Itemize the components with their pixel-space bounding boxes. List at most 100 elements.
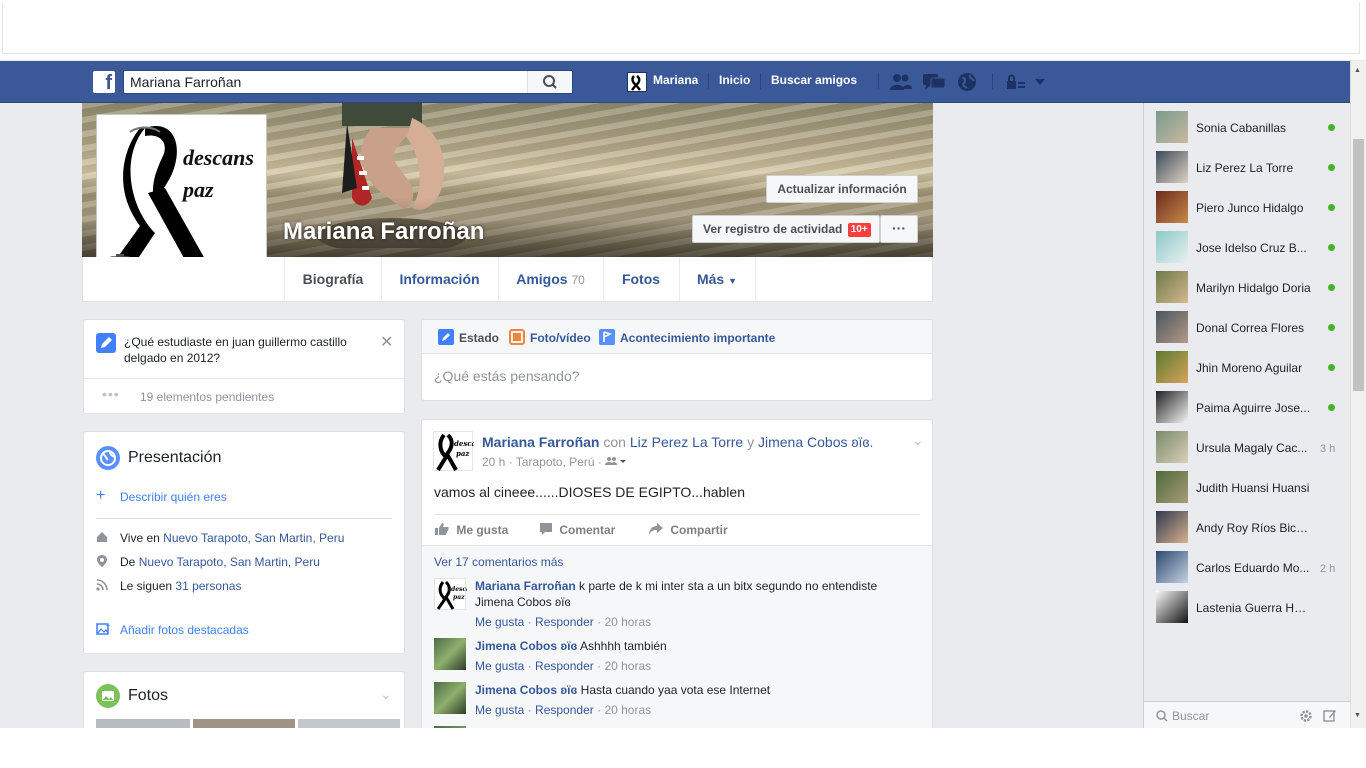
comment-author-link[interactable]: Jimena Cobos ʚïɞ [475,683,577,697]
pending-items-link[interactable]: 19 elementos pendientes [140,390,274,404]
chat-contact[interactable]: Marilyn Hidalgo Doria [1144,263,1351,303]
chat-search-input[interactable]: Buscar [1172,709,1209,723]
close-icon[interactable]: ✕ [380,332,393,352]
photos-title[interactable]: Fotos [128,687,168,705]
comment-time[interactable]: 20 horas [604,659,651,673]
comment-author-link[interactable]: Mariana Farroñan [475,579,576,593]
scroll-down-arrow-icon[interactable]: ▼ [1354,712,1361,719]
photo-video-tab[interactable]: Foto/vídeo [530,331,591,345]
more-options-button[interactable]: ··· [880,215,918,243]
svg-text:paz: paz [456,449,470,458]
photo-thumbnail[interactable] [193,719,295,728]
activity-log-button[interactable]: Ver registro de actividad 10+ [692,215,880,243]
comment-avatar[interactable] [434,638,466,670]
comment-reply-link[interactable]: Responder [535,659,594,673]
comment-like-link[interactable]: Me gusta [475,659,524,673]
from-place-link[interactable]: Nuevo Tarapoto, San Martin, Peru [139,555,320,569]
photo-thumbnail[interactable] [298,719,400,728]
chat-contact-avatar [1156,191,1188,223]
scrollbar-thumb[interactable] [1353,139,1364,391]
gear-icon[interactable] [1299,709,1313,723]
chat-contact[interactable]: Liz Perez La Torre [1144,143,1351,183]
comment-like-link[interactable]: Me gusta [475,615,524,629]
scroll-up-arrow-icon[interactable]: ▲ [1354,67,1361,74]
chat-contact[interactable]: Paima Aguirre Jose... [1144,383,1351,423]
share-button[interactable]: Compartir [648,522,728,538]
comment-avatar[interactable] [434,726,466,728]
privacy-lock-icon[interactable] [1006,74,1026,90]
comment-avatar[interactable]: descanspaz [434,578,478,610]
post-options-chevron-icon[interactable]: ⌄ [912,432,924,449]
notifications-globe-icon[interactable] [956,72,978,92]
page-scrollbar[interactable]: ▲ ▼ [1350,61,1366,728]
browser-viewport: f Mariana Inicio Buscar amigos [0,0,1366,728]
tagged-friend-link[interactable]: Jimena Cobos ʚïɞ. [758,434,873,450]
composer-input[interactable]: ¿Qué estás pensando? [434,368,580,384]
chat-contact[interactable]: Jhin Moreno Aguilar [1144,343,1351,383]
lives-in-row: Vive en Nuevo Tarapoto, San Martin, Peru [120,531,344,545]
tagged-friend-link[interactable]: Liz Perez La Torre [630,434,743,450]
facebook-logo-icon[interactable]: f [93,71,115,94]
comment-reply-link[interactable]: Responder [535,703,594,717]
post-author-link[interactable]: Mariana Farroñan [482,434,599,450]
audience-friends-icon[interactable] [605,456,627,466]
chat-contact[interactable]: Donal Correa Flores [1144,303,1351,343]
add-photo-icon: + [96,622,110,635]
chat-contact[interactable]: Carlos Eduardo Mo... 2 h [1144,543,1351,583]
tab-information[interactable]: Información [381,257,499,301]
status-tab[interactable]: Estado [459,331,499,345]
like-button[interactable]: Me gusta [434,522,508,538]
comment-button[interactable]: Comentar [539,522,615,538]
add-featured-photos-link[interactable]: Añadir fotos destacadas [120,623,249,637]
chat-contact[interactable]: Lastenia Guerra Huansi [1144,583,1351,623]
chat-contact[interactable]: Jose Idelso Cruz B... [1144,223,1351,263]
nav-profile-link[interactable]: Mariana [653,73,698,87]
new-message-icon[interactable] [1323,709,1337,723]
tab-biography[interactable]: Biografía [284,257,382,301]
post-author-avatar[interactable]: descanspaz [433,431,485,472]
update-info-button[interactable]: Actualizar información [766,175,918,203]
nav-find-friends-link[interactable]: Buscar amigos [771,73,857,87]
account-menu-chevron-icon[interactable] [1034,78,1046,86]
chat-contact-name: Marilyn Hidalgo Doria [1196,281,1311,295]
comment-reply-link[interactable]: Responder [535,615,594,629]
tab-photos[interactable]: Fotos [603,257,680,301]
comment-author-link[interactable]: Jimena Cobos ʚïɞ [475,639,577,653]
lives-in-place-link[interactable]: Nuevo Tarapoto, San Martin, Peru [163,531,344,545]
photo-thumbnail[interactable] [96,719,190,728]
chat-contact[interactable]: Andy Roy Ríos Bicerra [1144,503,1351,543]
profile-name[interactable]: Mariana Farroñan [283,218,484,246]
tab-more-label: Más [696,271,725,287]
search-input[interactable] [124,71,528,93]
nav-home-link[interactable]: Inicio [719,73,750,87]
comment-like-link[interactable]: Me gusta [475,703,524,717]
describe-yourself-link[interactable]: Describir quién eres [120,490,227,504]
chat-contact[interactable]: Judith Huansi Huansi [1144,463,1351,503]
chat-contact-name: Jhin Moreno Aguilar [1196,361,1303,375]
comment-time[interactable]: 20 horas [604,703,651,717]
comment-mention-link[interactable]: Jimena Cobos ʚïɞ [475,595,571,609]
svg-text:+: + [105,622,110,630]
chat-contact[interactable]: Ursula Magaly Cac... 3 h [1144,423,1351,463]
life-event-tab[interactable]: Acontecimiento importante [620,331,775,345]
chevron-down-icon[interactable]: ⌄ [380,686,392,703]
search-button[interactable] [527,71,572,93]
view-more-comments-link[interactable]: Ver 17 comentarios más [434,555,563,569]
messages-icon[interactable] [922,72,946,92]
chat-contact[interactable]: Piero Junco Hidalgo [1144,183,1351,223]
user-avatar[interactable] [627,72,647,92]
comment-time[interactable]: 20 horas [604,615,651,629]
chat-contact-name: Jose Idelso Cruz B... [1196,241,1307,255]
nav-divider [760,73,761,89]
tab-more[interactable]: Más ▼ [679,257,756,301]
followers-count-link[interactable]: 31 personas [175,579,241,593]
profile-picture-caption-bottom: paz [183,177,214,202]
post-meta: 20 h · Tarapoto, Perú · [482,455,627,469]
tab-friends[interactable]: Amigos 70 [498,257,604,301]
profile-question-text[interactable]: ¿Qué estudiaste en juan guillermo castil… [124,334,374,366]
chat-contact[interactable]: Sonia Cabanillas [1144,103,1351,143]
post-time-location[interactable]: 20 h · Tarapoto, Perú · [482,455,602,469]
comment-avatar[interactable] [434,682,466,714]
from-row: De Nuevo Tarapoto, San Martin, Peru [120,555,320,569]
friend-requests-icon[interactable] [889,72,913,92]
